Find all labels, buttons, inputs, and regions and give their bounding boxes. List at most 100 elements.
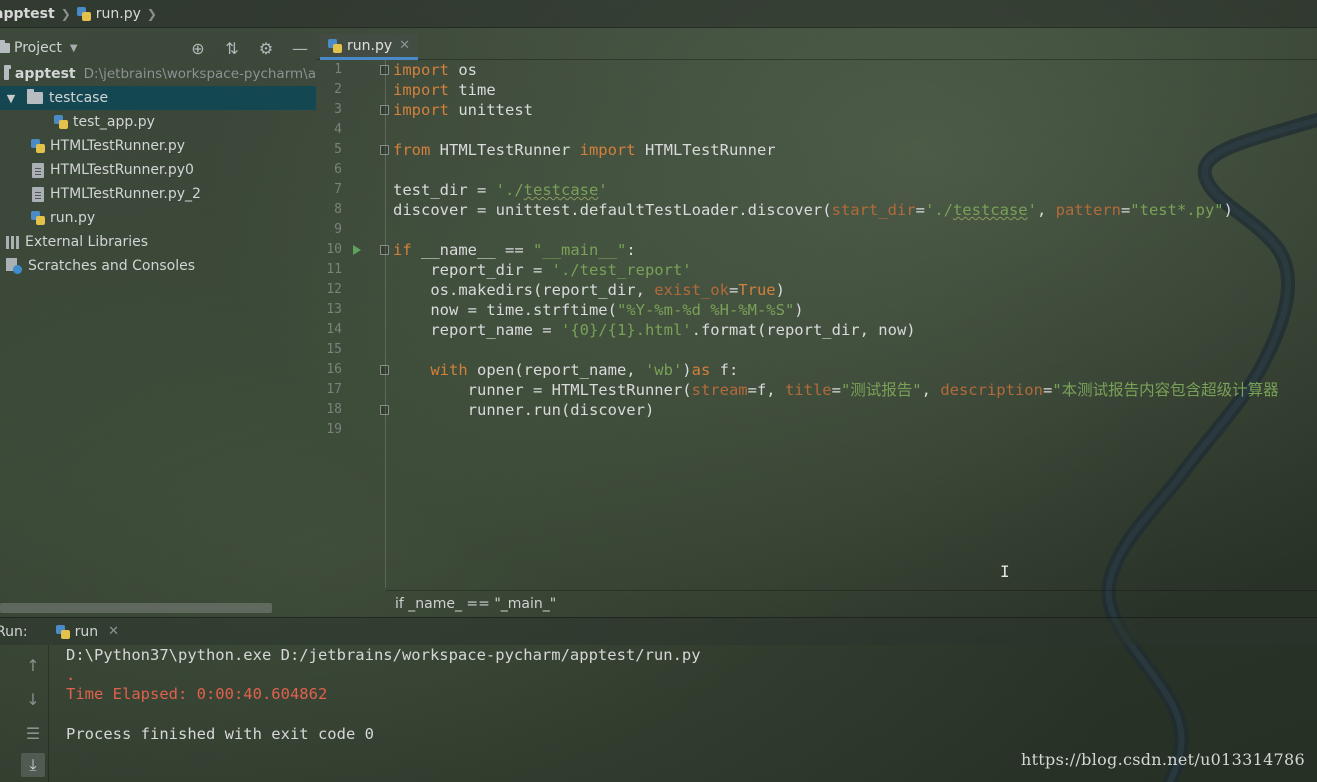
- up-arrow-icon[interactable]: ↑: [21, 653, 45, 677]
- text-file-icon: [32, 186, 44, 202]
- tree-item-htmltestrunner-py0[interactable]: HTMLTestRunner.py0: [0, 158, 316, 182]
- code-text: __name__ ==: [411, 241, 533, 259]
- code-editor[interactable]: import os import time import unittest fr…: [393, 60, 1317, 588]
- tree-item-htmltestrunner-py[interactable]: HTMLTestRunner.py: [0, 134, 316, 158]
- param-name: description: [940, 381, 1043, 399]
- watermark: https://blog.csdn.net/u013314786: [1020, 750, 1305, 769]
- code-text: os.makedirs(report_dir,: [393, 281, 655, 299]
- string-literal: "test*.py": [1130, 201, 1224, 219]
- console-line: .: [66, 666, 76, 684]
- structure-crumb-label: if _name_ == "_main_": [395, 595, 557, 612]
- line-number: 15: [326, 342, 342, 357]
- line-number: 17: [326, 382, 342, 397]
- code-text: open(report_name,: [467, 361, 645, 379]
- code-text: os: [449, 61, 477, 79]
- scratch-icon: [6, 258, 22, 274]
- line-number: 11: [326, 262, 342, 277]
- code-text: test_dir =: [393, 181, 496, 199]
- python-run-icon: [55, 624, 70, 639]
- code-text: f:: [710, 361, 739, 379]
- keyword: True: [738, 281, 776, 299]
- tree-item-apptest[interactable]: apptest D:\jetbrains\workspace-pycharm\a: [0, 62, 316, 86]
- down-arrow-icon[interactable]: ↓: [21, 687, 45, 711]
- close-icon[interactable]: ✕: [108, 624, 119, 639]
- keyword: if: [393, 241, 412, 259]
- code-text: =: [831, 381, 841, 399]
- folder-icon: [4, 65, 11, 80]
- tree-item-label: External Libraries: [25, 234, 148, 250]
- project-view-selector[interactable]: Project ▼: [0, 40, 78, 56]
- breadcrumb-project[interactable]: apptest: [0, 6, 55, 22]
- tree-item-testcase[interactable]: ▼ testcase: [0, 86, 316, 110]
- code-line: test_dir = './testcase': [393, 180, 608, 200]
- string-literal: ': [598, 181, 608, 199]
- line-number: 7: [334, 182, 342, 197]
- code-text: =: [1120, 201, 1131, 219]
- code-line: with open(report_name, 'wb')as f:: [393, 360, 738, 380]
- tree-item-scratches[interactable]: Scratches and Consoles: [0, 254, 316, 278]
- code-line: import time: [393, 80, 496, 100]
- project-panel-header: Project ▼ ⊕ ⇅ ⚙ —: [0, 34, 316, 62]
- scroll-to-end-icon[interactable]: ⤓: [21, 753, 45, 777]
- string-literal: './: [924, 201, 953, 219]
- code-text: ): [794, 301, 804, 319]
- code-line: report_dir = './test_report': [393, 260, 691, 280]
- line-number: 18: [326, 402, 342, 417]
- code-line: from HTMLTestRunner import HTMLTestRunne…: [393, 140, 776, 160]
- editor-gutter: 1 2 3 4 5 6 7 8 9 10 11 12 13 14 15 16 1…: [316, 60, 389, 588]
- run-panel-label: Run:: [0, 623, 28, 640]
- minimize-icon[interactable]: —: [290, 39, 310, 58]
- tree-item-htmltestrunner-py2[interactable]: HTMLTestRunner.py_2: [0, 182, 316, 206]
- tree-item-test-app[interactable]: test_app.py: [0, 110, 316, 134]
- tree-horizontal-scrollbar[interactable]: [0, 603, 272, 613]
- code-line: if __name__ == "__main__":: [393, 240, 636, 260]
- text-cursor-icon: I: [1000, 562, 1010, 581]
- code-line: import os: [393, 60, 477, 80]
- line-number: 8: [334, 202, 342, 217]
- code-text: report_dir =: [393, 261, 552, 279]
- keyword: as: [691, 361, 711, 379]
- run-gutter-icon[interactable]: [353, 245, 361, 255]
- code-text: =: [1042, 381, 1053, 399]
- string-literal: "测试报告": [840, 381, 922, 399]
- string-literal: '{0}/{1}.html': [560, 321, 692, 339]
- tab-run[interactable]: run ✕: [55, 624, 119, 640]
- line-number: 4: [334, 122, 342, 137]
- code-text: unittest: [449, 101, 533, 119]
- line-number: 19: [326, 422, 342, 437]
- line-number: 3: [334, 102, 342, 117]
- line-number: 16: [326, 362, 342, 377]
- line-number: 6: [334, 162, 342, 177]
- collapse-icon[interactable]: ⇅: [222, 39, 242, 58]
- code-text: HTMLTestRunner: [635, 141, 776, 159]
- console-line: Time Elapsed: 0:00:40.604862: [66, 685, 328, 703]
- gear-icon[interactable]: ⚙: [256, 39, 276, 58]
- tree-item-label: HTMLTestRunner.py: [50, 138, 186, 154]
- expand-arrow-icon[interactable]: ▼: [3, 92, 19, 105]
- code-text: runner.run(discover): [393, 401, 655, 419]
- close-icon[interactable]: ✕: [399, 38, 410, 53]
- code-text: now = time.strftime(: [393, 301, 617, 319]
- string-literal: "%Y-%m-%d %H-%M-%S": [616, 301, 795, 319]
- soft-wrap-icon[interactable]: ☰: [21, 721, 45, 745]
- editor-structure-breadcrumb[interactable]: if _name_ == "_main_": [386, 590, 1317, 616]
- code-line: os.makedirs(report_dir, exist_ok=True): [393, 280, 785, 300]
- breadcrumb-file[interactable]: run.py: [76, 6, 141, 22]
- param-name: start_dir: [831, 201, 916, 219]
- navigation-breadcrumb: apptest ❯ run.py ❯: [0, 0, 1317, 28]
- run-panel-header: Run: run ✕: [0, 617, 1317, 645]
- tree-item-external-libraries[interactable]: External Libraries: [0, 230, 316, 254]
- code-line: import unittest: [393, 100, 533, 120]
- project-panel-title: Project: [14, 40, 62, 56]
- keyword: import: [579, 141, 636, 159]
- keyword: from: [393, 141, 431, 159]
- string-literal: testcase: [523, 181, 599, 199]
- code-text: =: [728, 281, 739, 299]
- string-literal: ': [1027, 201, 1037, 219]
- code-text: :: [626, 241, 636, 259]
- crosshair-icon[interactable]: ⊕: [188, 39, 208, 58]
- tree-item-run-py[interactable]: run.py: [0, 206, 316, 230]
- code-text: =f,: [747, 381, 785, 399]
- console-line: D:\Python37\python.exe D:/jetbrains/work…: [66, 646, 701, 664]
- tab-run-py[interactable]: run.py ✕: [320, 34, 418, 60]
